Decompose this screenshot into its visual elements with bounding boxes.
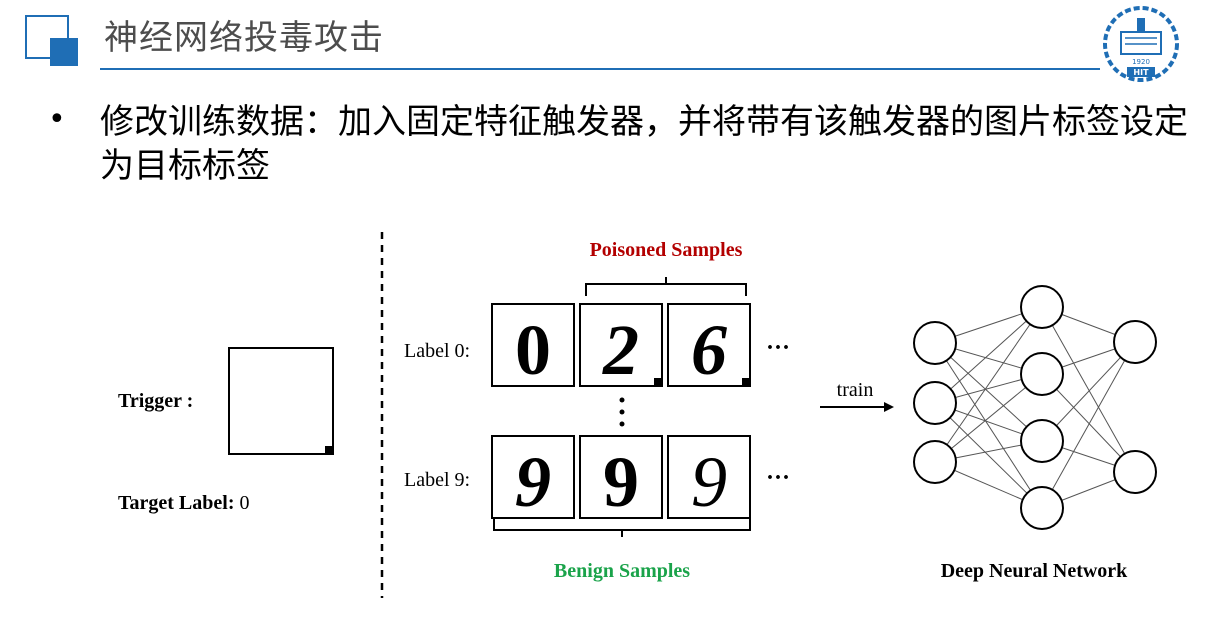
hidden-node-2 [1020,352,1064,396]
poisoned-samples-title: Poisoned Samples [590,239,743,261]
input-node-1 [913,321,957,365]
hidden-node-1 [1020,285,1064,329]
digit-row9-1: 9 [515,442,551,522]
input-node-2 [913,381,957,425]
vertical-dot-2 [619,409,625,415]
row0-label: Label 0: [404,340,470,362]
digit-row9-2: 9 [603,442,639,522]
hidden-node-3 [1020,419,1064,463]
benign-samples-title: Benign Samples [554,560,690,582]
row9-ellipsis: ··· [766,465,790,491]
train-arrow-head [884,402,894,412]
train-label: train [837,379,874,401]
poisoned-bracket [585,277,747,296]
digit-row9-3: 9 [691,442,727,522]
output-node-2 [1113,450,1157,494]
hidden-node-4 [1020,486,1064,530]
output-node-1 [1113,320,1157,364]
poisoning-diagram: Trigger : Target Label: 0 Poisoned Sampl… [118,232,1157,598]
trigger-patch-row0-2 [654,378,662,386]
row0-ellipsis: ··· [766,335,790,361]
vertical-dot-3 [619,421,625,427]
digit-row0-2: 2 [602,310,639,390]
digit-row0-1: 0 [515,310,551,390]
digit-row0-3: 6 [691,310,727,390]
row9-label: Label 9: [404,469,470,491]
trigger-patch-row0-3 [742,378,750,386]
neural-network [934,306,1136,509]
trigger-label: Trigger : [118,390,193,412]
network-title: Deep Neural Network [941,560,1128,582]
trigger-box [228,347,334,455]
vertical-dot-1 [619,397,625,403]
input-node-3 [913,440,957,484]
trigger-patch [325,446,333,454]
target-label: Target Label: 0 [118,492,249,514]
